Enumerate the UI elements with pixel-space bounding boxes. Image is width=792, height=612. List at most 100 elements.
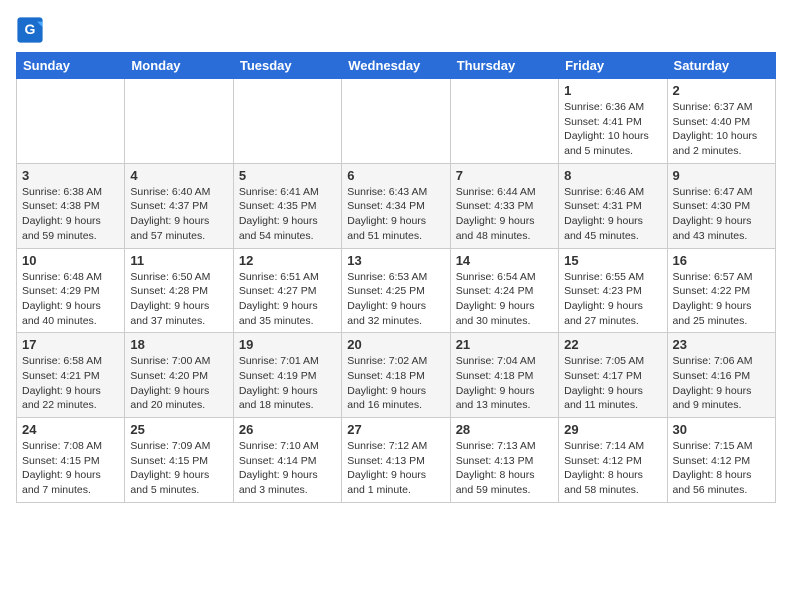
- day-number: 17: [22, 337, 119, 352]
- day-info: Sunrise: 7:13 AM Sunset: 4:13 PM Dayligh…: [456, 439, 553, 498]
- calendar-week-1: 1 Sunrise: 6:36 AM Sunset: 4:41 PM Daylig…: [17, 79, 776, 164]
- day-info: Sunrise: 7:14 AM Sunset: 4:12 PM Dayligh…: [564, 439, 661, 498]
- day-number: 14: [456, 253, 553, 268]
- day-number: 13: [347, 253, 444, 268]
- day-info: Sunrise: 6:38 AM Sunset: 4:38 PM Dayligh…: [22, 185, 119, 244]
- day-number: 2: [673, 83, 770, 98]
- day-info: Sunrise: 6:58 AM Sunset: 4:21 PM Dayligh…: [22, 354, 119, 413]
- day-number: 21: [456, 337, 553, 352]
- calendar-cell: 15Sunrise: 6:55 AM Sunset: 4:23 PM Dayli…: [559, 248, 667, 333]
- day-info: Sunrise: 6:46 AM Sunset: 4:31 PM Dayligh…: [564, 185, 661, 244]
- header: G: [16, 16, 776, 44]
- day-number: 11: [130, 253, 227, 268]
- calendar-cell: 13 Sunrise: 6:53 AM Sunset: 4:25 PM Dayli…: [342, 248, 450, 333]
- day-info: Sunrise: 6:47 AM Sunset: 4:30 PM Dayligh…: [673, 185, 770, 244]
- day-number: 4: [130, 168, 227, 183]
- calendar-cell: 8Sunrise: 6:46 AM Sunset: 4:31 PM Daylig…: [559, 163, 667, 248]
- calendar-cell: 16 Sunrise: 6:57 AM Sunset: 4:22 PM Dayli…: [667, 248, 775, 333]
- day-info: Sunrise: 6:50 AM Sunset: 4:28 PM Dayligh…: [130, 270, 227, 329]
- calendar-cell: 2 Sunrise: 6:37 AM Sunset: 4:40 PM Daylig…: [667, 79, 775, 164]
- day-number: 7: [456, 168, 553, 183]
- logo-area: G: [16, 16, 46, 44]
- calendar-cell: 28Sunrise: 7:13 AM Sunset: 4:13 PM Dayli…: [450, 418, 558, 503]
- calendar-week-4: 17 Sunrise: 6:58 AM Sunset: 4:21 PM Dayli…: [17, 333, 776, 418]
- day-info: Sunrise: 6:41 AM Sunset: 4:35 PM Dayligh…: [239, 185, 336, 244]
- weekday-header-thursday: Thursday: [450, 53, 558, 79]
- day-info: Sunrise: 6:51 AM Sunset: 4:27 PM Dayligh…: [239, 270, 336, 329]
- logo-icon: G: [16, 16, 44, 44]
- day-number: 9: [673, 168, 770, 183]
- calendar-cell: [17, 79, 125, 164]
- day-info: Sunrise: 7:05 AM Sunset: 4:17 PM Dayligh…: [564, 354, 661, 413]
- day-info: Sunrise: 6:43 AM Sunset: 4:34 PM Dayligh…: [347, 185, 444, 244]
- calendar-cell: 12 Sunrise: 6:51 AM Sunset: 4:27 PM Dayli…: [233, 248, 341, 333]
- day-number: 18: [130, 337, 227, 352]
- day-number: 3: [22, 168, 119, 183]
- day-number: 15: [564, 253, 661, 268]
- calendar-body: 1 Sunrise: 6:36 AM Sunset: 4:41 PM Daylig…: [17, 79, 776, 503]
- calendar-table: SundayMondayTuesdayWednesdayThursdayFrid…: [16, 52, 776, 503]
- day-number: 10: [22, 253, 119, 268]
- day-number: 27: [347, 422, 444, 437]
- calendar-cell: 5Sunrise: 6:41 AM Sunset: 4:35 PM Daylig…: [233, 163, 341, 248]
- calendar-cell: 25 Sunrise: 7:09 AM Sunset: 4:15 PM Dayli…: [125, 418, 233, 503]
- svg-text:G: G: [25, 21, 36, 37]
- day-number: 30: [673, 422, 770, 437]
- day-number: 16: [673, 253, 770, 268]
- day-info: Sunrise: 6:37 AM Sunset: 4:40 PM Dayligh…: [673, 100, 770, 159]
- calendar-cell: 1 Sunrise: 6:36 AM Sunset: 4:41 PM Daylig…: [559, 79, 667, 164]
- calendar-cell: 10 Sunrise: 6:48 AM Sunset: 4:29 PM Dayli…: [17, 248, 125, 333]
- day-info: Sunrise: 7:09 AM Sunset: 4:15 PM Dayligh…: [130, 439, 227, 498]
- calendar-cell: [450, 79, 558, 164]
- weekday-header-tuesday: Tuesday: [233, 53, 341, 79]
- calendar-cell: 17 Sunrise: 6:58 AM Sunset: 4:21 PM Dayli…: [17, 333, 125, 418]
- calendar-header: SundayMondayTuesdayWednesdayThursdayFrid…: [17, 53, 776, 79]
- day-number: 19: [239, 337, 336, 352]
- calendar-cell: 9 Sunrise: 6:47 AM Sunset: 4:30 PM Daylig…: [667, 163, 775, 248]
- day-info: Sunrise: 7:04 AM Sunset: 4:18 PM Dayligh…: [456, 354, 553, 413]
- day-number: 12: [239, 253, 336, 268]
- calendar-cell: 14Sunrise: 6:54 AM Sunset: 4:24 PM Dayli…: [450, 248, 558, 333]
- weekday-header-saturday: Saturday: [667, 53, 775, 79]
- page-container: G SundayMondayTuesdayWednesdayThursdayFr…: [16, 16, 776, 503]
- weekday-header-wednesday: Wednesday: [342, 53, 450, 79]
- weekday-header-friday: Friday: [559, 53, 667, 79]
- day-info: Sunrise: 7:10 AM Sunset: 4:14 PM Dayligh…: [239, 439, 336, 498]
- day-number: 29: [564, 422, 661, 437]
- calendar-cell: 3 Sunrise: 6:38 AM Sunset: 4:38 PM Daylig…: [17, 163, 125, 248]
- day-info: Sunrise: 6:40 AM Sunset: 4:37 PM Dayligh…: [130, 185, 227, 244]
- day-number: 22: [564, 337, 661, 352]
- calendar-cell: 6Sunrise: 6:43 AM Sunset: 4:34 PM Daylig…: [342, 163, 450, 248]
- calendar-cell: 11 Sunrise: 6:50 AM Sunset: 4:28 PM Dayli…: [125, 248, 233, 333]
- day-info: Sunrise: 6:44 AM Sunset: 4:33 PM Dayligh…: [456, 185, 553, 244]
- day-info: Sunrise: 6:57 AM Sunset: 4:22 PM Dayligh…: [673, 270, 770, 329]
- day-number: 24: [22, 422, 119, 437]
- calendar-cell: 27 Sunrise: 7:12 AM Sunset: 4:13 PM Dayli…: [342, 418, 450, 503]
- day-info: Sunrise: 6:48 AM Sunset: 4:29 PM Dayligh…: [22, 270, 119, 329]
- calendar-week-5: 24Sunrise: 7:08 AM Sunset: 4:15 PM Dayli…: [17, 418, 776, 503]
- calendar-cell: 7 Sunrise: 6:44 AM Sunset: 4:33 PM Daylig…: [450, 163, 558, 248]
- day-info: Sunrise: 7:15 AM Sunset: 4:12 PM Dayligh…: [673, 439, 770, 498]
- calendar-cell: 19Sunrise: 7:01 AM Sunset: 4:19 PM Dayli…: [233, 333, 341, 418]
- day-number: 26: [239, 422, 336, 437]
- weekday-row: SundayMondayTuesdayWednesdayThursdayFrid…: [17, 53, 776, 79]
- weekday-header-sunday: Sunday: [17, 53, 125, 79]
- day-number: 25: [130, 422, 227, 437]
- calendar-cell: 29 Sunrise: 7:14 AM Sunset: 4:12 PM Dayli…: [559, 418, 667, 503]
- calendar-cell: 26 Sunrise: 7:10 AM Sunset: 4:14 PM Dayli…: [233, 418, 341, 503]
- day-info: Sunrise: 7:12 AM Sunset: 4:13 PM Dayligh…: [347, 439, 444, 498]
- calendar-week-3: 10 Sunrise: 6:48 AM Sunset: 4:29 PM Dayli…: [17, 248, 776, 333]
- weekday-header-monday: Monday: [125, 53, 233, 79]
- calendar-cell: 18 Sunrise: 7:00 AM Sunset: 4:20 PM Dayli…: [125, 333, 233, 418]
- calendar-cell: 24Sunrise: 7:08 AM Sunset: 4:15 PM Dayli…: [17, 418, 125, 503]
- day-info: Sunrise: 6:36 AM Sunset: 4:41 PM Dayligh…: [564, 100, 661, 159]
- calendar-cell: 30 Sunrise: 7:15 AM Sunset: 4:12 PM Dayli…: [667, 418, 775, 503]
- calendar-cell: 4 Sunrise: 6:40 AM Sunset: 4:37 PM Daylig…: [125, 163, 233, 248]
- day-info: Sunrise: 7:02 AM Sunset: 4:18 PM Dayligh…: [347, 354, 444, 413]
- day-info: Sunrise: 7:00 AM Sunset: 4:20 PM Dayligh…: [130, 354, 227, 413]
- day-number: 1: [564, 83, 661, 98]
- day-info: Sunrise: 6:53 AM Sunset: 4:25 PM Dayligh…: [347, 270, 444, 329]
- calendar-cell: 23Sunrise: 7:06 AM Sunset: 4:16 PM Dayli…: [667, 333, 775, 418]
- day-number: 20: [347, 337, 444, 352]
- day-number: 23: [673, 337, 770, 352]
